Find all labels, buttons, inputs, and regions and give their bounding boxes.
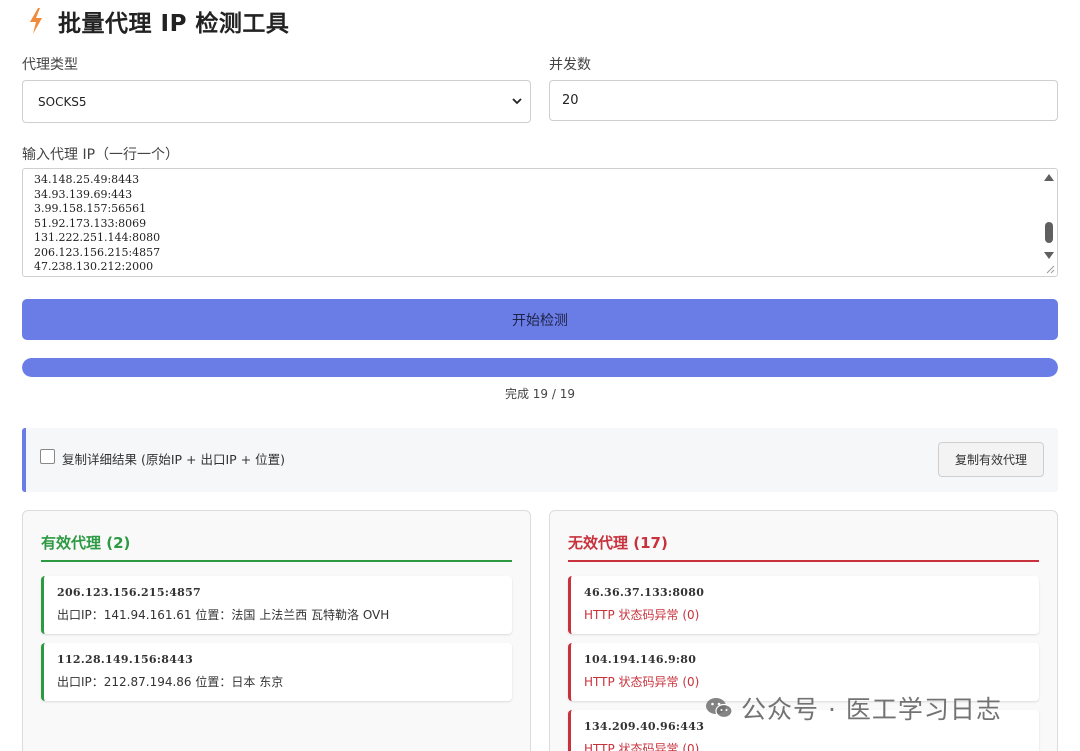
lightning-bolt-icon <box>30 8 42 34</box>
proxy-list-line: 131.222.251.144:8080 <box>34 231 161 244</box>
page-title-text: 批量代理 IP 检测工具 <box>58 11 290 37</box>
watermark-text: 公众号 · 医工学习日志 <box>741 695 1002 724</box>
copy-detail-label[interactable]: 复制详细结果 (原始IP + 出口IP + 位置) <box>62 449 285 468</box>
progress-bar <box>22 358 1058 377</box>
proxy-list-line: 47.238.130.212:2000 <box>34 260 154 273</box>
proxy-error: HTTP 状态码异常 (0) <box>584 742 700 751</box>
concurrency-value: 20 <box>562 93 579 108</box>
proxy-ip: 206.123.156.215:4857 <box>57 586 202 599</box>
start-check-button[interactable]: 开始检测 <box>22 299 1058 340</box>
scroll-down-arrow-icon[interactable] <box>1044 252 1054 259</box>
invalid-proxies-title: 无效代理 (17) <box>568 534 668 552</box>
invalid-proxy-item: 46.36.37.133:8080 HTTP 状态码异常 (0) <box>568 576 1039 634</box>
proxy-detail: 出口IP：141.94.161.61 位置：法国 上法兰西 瓦特勒洛 OVH <box>57 608 390 622</box>
copy-valid-proxies-button[interactable]: 复制有效代理 <box>938 442 1044 477</box>
proxy-ip: 104.194.146.9:80 <box>584 653 697 666</box>
proxy-list-line: 206.123.156.215:4857 <box>34 245 161 259</box>
valid-proxy-item: 112.28.149.156:8443 出口IP：212.87.194.86 位… <box>41 643 512 701</box>
proxy-input-label: 输入代理 IP（一行一个） <box>22 147 180 163</box>
proxy-type-value: SOCKS5 <box>38 94 87 109</box>
proxy-ip: 46.36.37.133:8080 <box>584 586 705 599</box>
scrollbar-thumb[interactable] <box>1045 222 1053 243</box>
proxy-list-line: 51.92.173.133:8069 <box>34 216 147 230</box>
scroll-up-arrow-icon[interactable] <box>1044 174 1054 181</box>
concurrency-label: 并发数 <box>549 57 591 73</box>
textarea-scrollbar[interactable] <box>1040 169 1057 276</box>
proxy-list-line: 3.99.158.157:56561 <box>34 202 147 215</box>
proxy-list-lines: 34.148.25.49:8443 34.93.139.69:443 3.99.15… <box>34 169 161 275</box>
resize-handle-icon[interactable] <box>1046 265 1055 274</box>
proxy-type-select[interactable]: SOCKS5 <box>22 80 531 123</box>
proxy-ip: 112.28.149.156:8443 <box>57 653 194 666</box>
copy-options-bar: 复制详细结果 (原始IP + 出口IP + 位置) 复制有效代理 <box>22 428 1058 492</box>
proxy-error: HTTP 状态码异常 (0) <box>584 675 700 689</box>
proxy-list-line: 34.148.25.49:8443 <box>34 173 140 186</box>
invalid-divider <box>568 560 1039 562</box>
proxy-type-label: 代理类型 <box>22 57 78 73</box>
page-title: 批量代理 IP 检测工具 <box>28 6 290 37</box>
concurrency-input[interactable]: 20 <box>549 80 1058 121</box>
proxy-list-line: 34.93.139.69:443 <box>34 187 133 201</box>
proxy-list-textarea[interactable]: 34.148.25.49:8443 34.93.139.69:443 3.99.15… <box>22 168 1058 277</box>
copy-detail-checkbox[interactable] <box>40 449 55 464</box>
valid-proxies-panel: 有效代理 (2) 206.123.156.215:4857 出口IP：141.9… <box>22 510 531 751</box>
valid-proxy-item: 206.123.156.215:4857 出口IP：141.94.161.61 … <box>41 576 512 634</box>
watermark: 公众号 · 医工学习日志 <box>705 690 1002 726</box>
valid-proxies-title: 有效代理 (2) <box>41 534 131 552</box>
proxy-error: HTTP 状态码异常 (0) <box>584 608 700 622</box>
chevron-down-icon <box>512 98 522 105</box>
proxy-ip: 134.209.40.96:443 <box>584 720 705 733</box>
progress-fill <box>22 358 1058 377</box>
proxy-detail: 出口IP：212.87.194.86 位置：日本 东京 <box>57 675 284 689</box>
valid-divider <box>41 560 512 562</box>
wechat-icon <box>706 698 733 719</box>
progress-text: 完成 19 / 19 <box>504 387 576 401</box>
